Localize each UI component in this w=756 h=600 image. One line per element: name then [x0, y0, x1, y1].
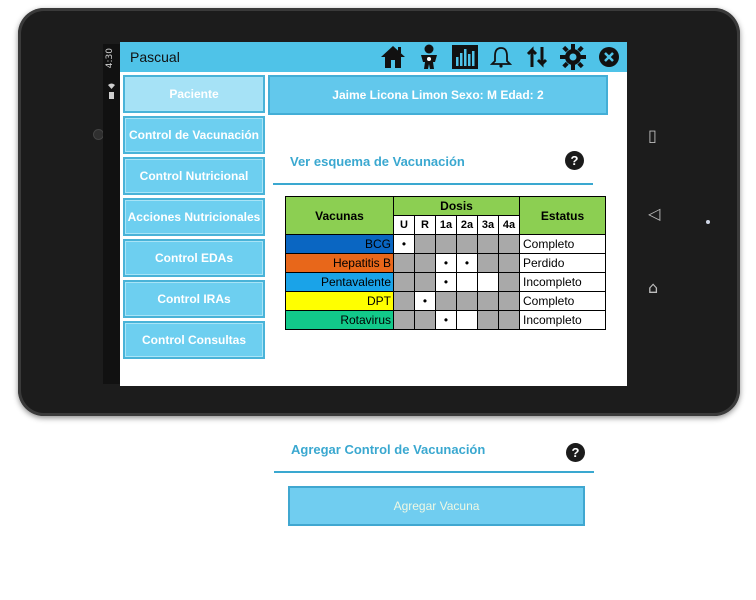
dose-cell: [477, 234, 499, 254]
dose-cell: [456, 272, 478, 292]
close-icon[interactable]: [591, 42, 627, 72]
dose-cell: •: [435, 310, 457, 330]
sidebar-item-control-consultas[interactable]: Control Consultas: [123, 321, 265, 359]
add-vaccine-button[interactable]: Agregar Vacuna: [288, 486, 585, 526]
dose-cell: [477, 253, 499, 273]
camera-icon: [94, 130, 103, 139]
dose-col-r: R: [414, 215, 436, 235]
add-control-title: Agregar Control de Vacunación: [291, 442, 486, 457]
sidebar-item-paciente[interactable]: Paciente: [123, 75, 265, 113]
bell-icon[interactable]: [483, 42, 519, 72]
vaccine-status: Completo: [519, 291, 606, 311]
patient-summary: Jaime Licona Limon Sexo: M Edad: 2: [268, 75, 608, 115]
help-icon-add[interactable]: ?: [566, 443, 585, 462]
section-divider: [273, 183, 593, 185]
app-screen: Pascual Paciente Control de Vacunación C…: [120, 42, 627, 386]
dose-cell: [498, 234, 520, 254]
vaccine-status: Completo: [519, 234, 606, 254]
dose-cell: [414, 234, 436, 254]
app-title: Pascual: [130, 49, 180, 65]
home-icon[interactable]: [375, 42, 411, 72]
table-row: Pentavalente • Incompleto: [285, 272, 606, 292]
dose-col-u: U: [393, 215, 415, 235]
dose-cell: •: [435, 272, 457, 292]
sidebar-item-control-edas[interactable]: Control EDAs: [123, 239, 265, 277]
vaccine-name: DPT: [285, 291, 394, 311]
status-time: 4:30: [105, 48, 115, 69]
vaccine-status: Perdido: [519, 253, 606, 273]
dose-cell: [498, 310, 520, 330]
dose-cell: •: [393, 234, 415, 254]
dose-col-4a: 4a: [498, 215, 520, 235]
dose-cell: [456, 234, 478, 254]
table-row: Rotavirus • Incompleto: [285, 310, 606, 330]
dose-cell: •: [414, 291, 436, 311]
sidebar-item-control-vacunacion[interactable]: Control de Vacunación: [123, 116, 265, 154]
table-row: Hepatitis B • • Perdido: [285, 253, 606, 273]
dose-cell: [498, 291, 520, 311]
recent-apps-icon[interactable]: ▯: [648, 126, 657, 145]
vaccination-table: Vacunas Dosis Estatus U R 1a 2a 3a 4a BC…: [285, 196, 606, 330]
dose-cell: [456, 310, 478, 330]
add-control-divider: [274, 471, 594, 473]
vaccine-name: Rotavirus: [285, 310, 394, 330]
dose-cell: •: [456, 253, 478, 273]
doses-header: Dosis: [393, 196, 520, 216]
dose-cell: [393, 253, 415, 273]
vaccine-name: Hepatitis B: [285, 253, 394, 273]
dose-col-2a: 2a: [456, 215, 478, 235]
sidebar-item-control-nutricional[interactable]: Control Nutricional: [123, 157, 265, 195]
dose-cell: [414, 272, 436, 292]
sidebar-item-acciones-nutricionales[interactable]: Acciones Nutricionales: [123, 198, 265, 236]
dose-cell: •: [435, 253, 457, 273]
dose-cell: [435, 234, 457, 254]
dose-col-3a: 3a: [477, 215, 499, 235]
dose-cell: [393, 291, 415, 311]
schedule-title: Ver esquema de Vacunación: [290, 154, 465, 169]
vaccine-name: BCG: [285, 234, 394, 254]
chart-icon[interactable]: [447, 42, 483, 72]
vaccine-status: Incompleto: [519, 310, 606, 330]
dose-cell: [414, 253, 436, 273]
dose-cell: [393, 310, 415, 330]
back-icon[interactable]: ◁: [648, 204, 660, 223]
status-bar: 4:30: [103, 44, 120, 384]
help-icon[interactable]: ?: [565, 151, 584, 170]
dose-cell: [498, 272, 520, 292]
baby-icon[interactable]: [411, 42, 447, 72]
dose-cell: [393, 272, 415, 292]
dose-cell: [456, 291, 478, 311]
vaccines-header: Vacunas: [285, 196, 394, 235]
dose-cell: [414, 310, 436, 330]
vaccine-status: Incompleto: [519, 272, 606, 292]
sensor-dot: [706, 220, 710, 224]
status-header: Estatus: [519, 196, 606, 235]
table-row: BCG • Completo: [285, 234, 606, 254]
table-row: DPT • Completo: [285, 291, 606, 311]
settings-icon[interactable]: [555, 42, 591, 72]
dose-cell: [498, 253, 520, 273]
dose-cell: [477, 291, 499, 311]
wifi-icon: [108, 83, 115, 99]
app-bar: Pascual: [120, 42, 627, 72]
sync-icon[interactable]: [519, 42, 555, 72]
dose-col-1a: 1a: [435, 215, 457, 235]
home-softkey-icon[interactable]: ⌂: [648, 278, 658, 297]
dose-cell: [477, 310, 499, 330]
vaccine-name: Pentavalente: [285, 272, 394, 292]
dose-cell: [435, 291, 457, 311]
dose-cell: [477, 272, 499, 292]
sidebar-item-control-iras[interactable]: Control IRAs: [123, 280, 265, 318]
